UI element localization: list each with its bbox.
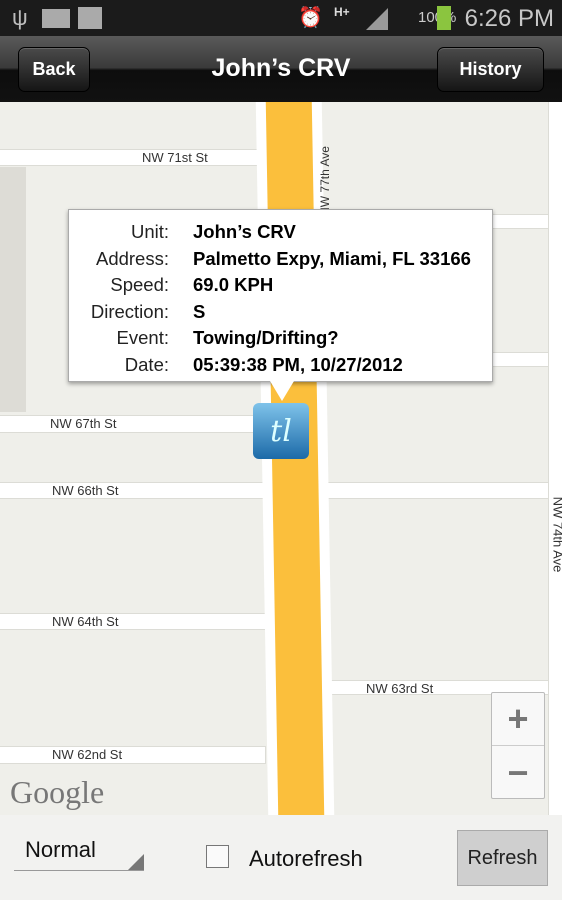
map-mode-value: Normal	[25, 837, 96, 862]
play-store-icon	[78, 7, 102, 29]
info-row-address: Address: Palmetto Expy, Miami, FL 33166	[69, 246, 492, 273]
google-logo: Google	[10, 774, 105, 810]
dropdown-triangle-icon	[128, 854, 144, 870]
alarm-icon: ⏰	[298, 7, 323, 29]
label: Address:	[95, 247, 169, 269]
label: Event:	[116, 327, 169, 349]
refresh-button[interactable]: Refresh	[457, 830, 548, 886]
street	[0, 415, 266, 433]
autorefresh-label[interactable]: Autorefresh	[249, 846, 363, 872]
zoom-out-button[interactable]: −	[492, 746, 544, 799]
value: 05:39:38 PM, 10/27/2012	[193, 353, 403, 375]
info-row-speed: Speed: 69.0 KPH	[69, 272, 492, 299]
zoom-in-button[interactable]: +	[492, 693, 544, 746]
map-mode-spinner[interactable]: Normal	[14, 837, 144, 871]
value: S	[193, 300, 206, 322]
autorefresh-checkbox[interactable]	[206, 845, 229, 868]
status-bar: ψ ⏰ H+ 100% 6:26 PM	[0, 0, 562, 36]
clock: 6:26 PM	[464, 5, 554, 32]
map-view[interactable]: NW 71st St NW 77th Ave NW 67th St NW 66t…	[0, 102, 562, 815]
bottom-toolbar: Normal Autorefresh Refresh	[0, 815, 562, 900]
value: Towing/Drifting?	[193, 327, 339, 349]
info-row-event: Event: Towing/Drifting?	[69, 325, 492, 352]
vehicle-marker-icon[interactable]: tl	[253, 403, 309, 459]
info-row-direction: Direction: S	[69, 299, 492, 326]
street-label: NW 71st St	[142, 150, 208, 165]
map-block	[0, 167, 26, 412]
street	[0, 613, 266, 630]
info-row-unit: Unit: John’s CRV	[69, 219, 492, 246]
network-type: H+	[334, 5, 350, 19]
signal-icon	[366, 8, 388, 30]
street-label: NW 77th Ave	[317, 146, 332, 216]
street-label: NW 63rd St	[366, 681, 434, 696]
label: Speed:	[110, 274, 169, 296]
zoom-controls: + −	[491, 692, 545, 799]
value: Palmetto Expy, Miami, FL 33166	[193, 247, 471, 269]
street	[0, 746, 266, 764]
info-window[interactable]: Unit: John’s CRV Address: Palmetto Expy, M…	[68, 209, 493, 382]
value: 69.0 KPH	[193, 274, 274, 296]
history-button[interactable]: History	[437, 47, 544, 92]
mail-icon	[42, 9, 70, 28]
info-window-pointer	[270, 381, 294, 401]
battery-charging-icon	[437, 6, 451, 30]
street-label: NW 64th St	[52, 614, 119, 629]
usb-icon: ψ	[12, 5, 28, 30]
label: Direction:	[90, 300, 169, 322]
label: Date:	[124, 353, 169, 375]
street-label: NW 67th St	[50, 416, 117, 431]
street	[0, 149, 266, 166]
label: Unit:	[130, 221, 169, 243]
street-label: NW 66th St	[52, 483, 119, 498]
street-label: NW 62nd St	[52, 747, 123, 762]
street-label: NW 74th Ave	[550, 496, 562, 573]
value: John’s CRV	[193, 221, 296, 243]
street	[548, 102, 562, 815]
title-bar: Back John’s CRV History	[0, 36, 562, 102]
info-row-date: Date: 05:39:38 PM, 10/27/2012	[69, 352, 492, 379]
